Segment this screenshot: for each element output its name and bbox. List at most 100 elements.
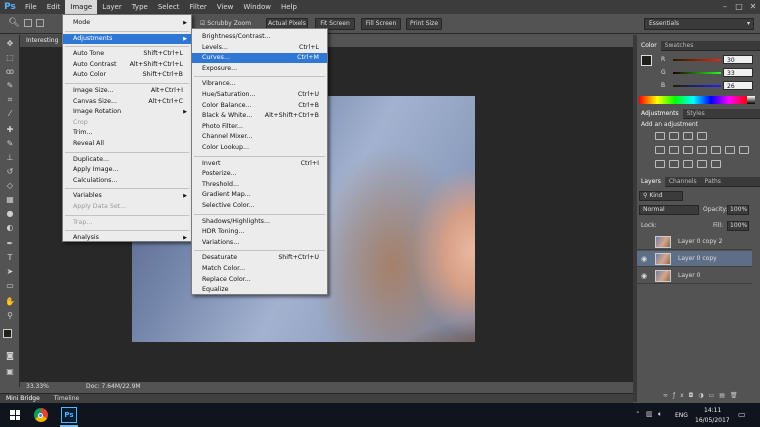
history-brush-tool-icon[interactable]: ↺ [4,167,16,177]
menu-item-equalize[interactable]: Equalize [192,285,327,295]
photo-filter-icon[interactable] [711,146,721,154]
layer-row[interactable]: ◉ Layer 0 [637,268,752,284]
menu-item-variations[interactable]: Variations... [192,238,327,248]
menu-item-match-color[interactable]: Match Color... [192,264,327,274]
red-slider[interactable] [673,59,721,61]
quick-select-tool-icon[interactable]: ✎ [4,81,16,91]
menu-item-canvas-size[interactable]: Canvas Size... Alt+Ctrl+C [63,97,191,107]
menu-help[interactable]: Help [276,0,302,14]
tray-chevron-icon[interactable]: ˄ [636,411,640,419]
black-white-ramp[interactable] [747,96,755,104]
selective-color-icon[interactable] [697,160,707,168]
menu-layer[interactable]: Layer [97,0,127,14]
menu-item-threshold[interactable]: Threshold... [192,180,327,190]
tab-styles[interactable]: Styles [683,110,709,117]
menu-item-image-rotation[interactable]: Image Rotation ▶ [63,107,191,117]
menu-item-apply-image[interactable]: Apply Image... [63,165,191,175]
color-balance-icon[interactable] [683,146,693,154]
zoom-tool-icon[interactable]: ⚲ [4,311,16,321]
zoom-in-icon[interactable] [24,19,32,27]
close-button[interactable]: ✕ [746,0,760,14]
fill-input[interactable]: 100% [727,221,749,231]
vibrance-icon[interactable] [655,146,665,154]
pen-tool-icon[interactable]: ✒ [4,239,16,249]
green-slider[interactable] [673,72,721,74]
menu-item-vibrance[interactable]: Vibrance... [192,79,327,89]
menu-item-adjustments[interactable]: Adjustments ▶ [63,33,191,44]
menu-item-exposure[interactable]: Exposure... [192,64,327,74]
layer-row[interactable]: ◉ Layer 0 copy [637,251,752,267]
menu-item-mode[interactable]: Mode ▶ [63,18,191,28]
crop-tool-icon[interactable]: ⌗ [4,95,16,105]
quick-mask-icon[interactable]: ◙ [4,351,16,361]
menu-item-analysis[interactable]: Analysis ▶ [63,233,191,243]
menu-image[interactable]: Image [65,0,98,14]
menu-item-shadows-highlights[interactable]: Shadows/Highlights... [192,217,327,227]
menu-item-posterize[interactable]: Posterize... [192,169,327,179]
fill-screen-button[interactable]: Fill Screen [361,18,401,30]
curves-icon[interactable] [683,132,693,140]
menu-item-replace-color[interactable]: Replace Color... [192,275,327,285]
tab-paths[interactable]: Paths [701,178,725,185]
menu-item-color-balance[interactable]: Color Balance... Ctrl+B [192,101,327,111]
path-select-tool-icon[interactable]: ➤ [4,267,16,277]
black-white-icon[interactable] [697,146,707,154]
menu-item-levels[interactable]: Levels... Ctrl+L [192,43,327,53]
menu-item-black-white[interactable]: Black & White... Alt+Shift+Ctrl+B [192,111,327,121]
menu-filter[interactable]: Filter [184,0,211,14]
workspace-select[interactable]: Essentials [644,18,754,30]
move-tool-icon[interactable]: ✥ [4,39,16,49]
menu-select[interactable]: Select [153,0,185,14]
visibility-eye-icon[interactable]: ◉ [639,268,649,284]
clock-time[interactable]: 14:11 [704,407,721,414]
menu-view[interactable]: View [212,0,239,14]
tab-color[interactable]: Color [637,41,661,51]
clone-stamp-tool-icon[interactable]: ⊥ [4,153,16,163]
brightness-contrast-icon[interactable] [655,132,665,140]
menu-item-invert[interactable]: Invert Ctrl+I [192,159,327,169]
notifications-icon[interactable]: ▭ [738,410,746,419]
windows-start-icon[interactable] [10,410,20,420]
layer-row[interactable]: Layer 0 copy 2 [637,234,752,250]
menu-item-auto-color[interactable]: Auto Color Shift+Ctrl+B [63,70,191,80]
zoom-level[interactable]: 33.33% [26,382,49,392]
menu-item-desaturate[interactable]: Desaturate Shift+Ctrl+U [192,253,327,263]
minimize-button[interactable]: – [718,0,732,14]
menu-item-auto-tone[interactable]: Auto Tone Shift+Ctrl+L [63,49,191,59]
shape-tool-icon[interactable]: ▭ [4,281,16,291]
menu-item-curves[interactable]: Curves... Ctrl+M [192,53,327,64]
foreground-color-swatch[interactable] [3,329,12,338]
photoshop-taskbar-icon[interactable]: Ps [61,407,77,423]
menu-window[interactable]: Window [238,0,276,14]
menu-type[interactable]: Type [127,0,153,14]
layer-actions[interactable]: ∞ƒx◘◑▭▤🗑︎ [663,392,753,400]
timeline-tab[interactable]: Timeline [48,395,86,402]
blend-mode-select[interactable]: Normal [639,205,699,215]
opacity-input[interactable]: 100% [727,205,749,215]
menu-file[interactable]: File [20,0,42,14]
tab-adjustments[interactable]: Adjustments [637,109,683,119]
menu-item-duplicate[interactable]: Duplicate... [63,155,191,165]
menu-item-channel-mixer[interactable]: Channel Mixer... [192,132,327,142]
menu-item-photo-filter[interactable]: Photo Filter... [192,122,327,132]
marquee-tool-icon[interactable]: ⬚ [4,53,16,63]
menu-item-hue-saturation[interactable]: Hue/Saturation... Ctrl+U [192,90,327,100]
clock-date[interactable]: 16/05/2017 [695,417,730,424]
hue-saturation-icon[interactable] [669,146,679,154]
tab-channels[interactable]: Channels [665,178,701,185]
screen-mode-icon[interactable]: ▣ [4,367,16,377]
eraser-tool-icon[interactable]: ◇ [4,181,16,191]
dodge-tool-icon[interactable]: ◐ [4,223,16,233]
red-value[interactable]: 30 [723,55,753,64]
mini-bridge-tab[interactable]: Mini Bridge [0,395,46,402]
invert-icon[interactable] [655,160,665,168]
exposure-icon[interactable] [697,132,707,140]
type-tool-icon[interactable]: T [4,253,16,263]
blue-value[interactable]: 26 [723,81,753,90]
menu-item-variables[interactable]: Variables ▶ [63,191,191,201]
color-foreground-swatch[interactable] [641,55,652,66]
gradient-map-icon[interactable] [711,160,721,168]
green-value[interactable]: 33 [723,68,753,77]
maximize-button[interactable]: □ [732,0,746,14]
blur-tool-icon[interactable]: ● [4,209,16,219]
